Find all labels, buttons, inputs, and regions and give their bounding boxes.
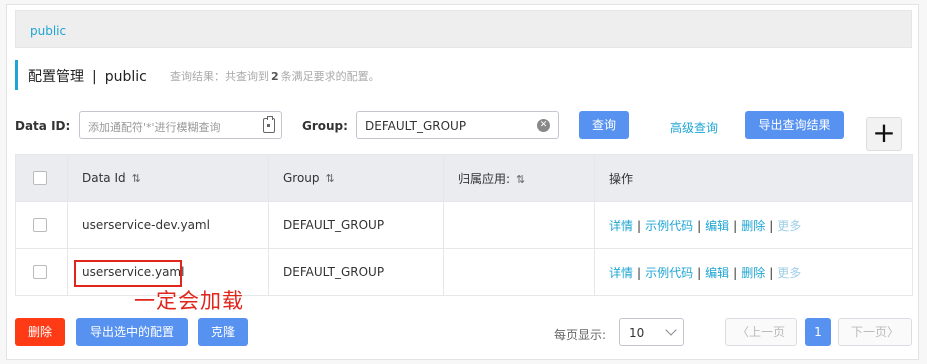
edit-link[interactable]: 编辑 xyxy=(705,219,729,233)
detail-link[interactable]: 详情 xyxy=(609,219,633,233)
page-title: 配置管理 | public xyxy=(28,66,147,86)
actions-cell: 详情 | 示例代码 | 编辑 | 删除 | 更多 xyxy=(594,201,913,249)
advanced-query-link[interactable]: 高级查询 xyxy=(670,119,718,136)
sort-icon[interactable]: ⇅ xyxy=(132,172,141,185)
col-data-id-label: Data Id xyxy=(82,171,126,185)
row-checkbox[interactable] xyxy=(33,218,47,233)
title-accent-mark xyxy=(15,60,18,90)
more-link[interactable]: 更多 xyxy=(777,266,801,280)
select-all-checkbox[interactable] xyxy=(33,171,47,186)
result-count: 2 xyxy=(271,70,279,83)
delete-link[interactable]: 删除 xyxy=(741,266,765,280)
group-label: Group: xyxy=(302,119,348,133)
page-size-select[interactable]: 10 xyxy=(619,318,684,346)
table-header-row: Data Id ⇅ Group ⇅ 归属应用: ⇅ 操作 xyxy=(15,154,913,202)
result-prefix: 查询结果：共查询到 xyxy=(170,70,269,83)
table-row: userservice-dev.yaml DEFAULT_GROUP 详情 | 示例… xyxy=(15,201,913,249)
col-actions-label: 操作 xyxy=(609,171,634,186)
page-size-label: 每页显示: xyxy=(554,328,607,342)
detail-link[interactable]: 详情 xyxy=(609,266,633,280)
query-button[interactable]: 查询 xyxy=(579,111,629,139)
export-results-button[interactable]: 导出查询结果 xyxy=(745,111,844,139)
group-input-value: DEFAULT_GROUP xyxy=(365,119,467,133)
title-separator: | xyxy=(92,69,97,85)
prev-page-label: 上一页 xyxy=(749,325,786,339)
data-id-input[interactable]: 添加通配符'*'进行模糊查询 xyxy=(79,111,282,139)
chevron-right-icon: 〉 xyxy=(887,325,900,339)
sort-icon[interactable]: ⇅ xyxy=(326,172,335,185)
row-select-cell xyxy=(15,201,68,249)
page-title-namespace: public xyxy=(104,69,147,85)
highlight-box xyxy=(74,260,182,287)
prev-page-button[interactable]: 〈上一页 xyxy=(725,318,797,346)
row-checkbox[interactable] xyxy=(33,265,47,280)
chevron-left-icon: 〈 xyxy=(736,325,749,339)
more-link[interactable]: 更多 xyxy=(777,219,801,233)
row-select-cell xyxy=(15,248,68,296)
page-number-current[interactable]: 1 xyxy=(805,318,831,346)
sort-icon[interactable]: ⇅ xyxy=(516,173,525,186)
action-separator: | xyxy=(637,265,642,280)
action-separator: | xyxy=(733,265,738,280)
col-app-label: 归属应用: xyxy=(458,171,511,186)
group-input[interactable]: DEFAULT_GROUP ✕ xyxy=(356,111,559,139)
clipboard-icon[interactable] xyxy=(263,116,275,133)
action-separator: | xyxy=(733,218,738,233)
clone-button[interactable]: 克隆 xyxy=(198,318,248,346)
sample-code-link[interactable]: 示例代码 xyxy=(645,266,693,280)
app-cell xyxy=(443,248,595,296)
group-cell: DEFAULT_GROUP xyxy=(268,248,444,296)
data-id-cell: userservice-dev.yaml xyxy=(67,201,269,249)
namespace-tab-public[interactable]: public xyxy=(30,24,66,38)
namespace-bar: public xyxy=(15,10,912,48)
page-title-main: 配置管理 xyxy=(28,69,84,85)
delete-button[interactable]: 删除 xyxy=(15,318,65,346)
next-page-button[interactable]: 下一页〉 xyxy=(838,318,912,346)
actions-cell: 详情 | 示例代码 | 编辑 | 删除 | 更多 xyxy=(594,248,913,296)
action-separator: | xyxy=(769,218,774,233)
action-separator: | xyxy=(697,265,702,280)
col-app[interactable]: 归属应用: ⇅ xyxy=(443,154,595,202)
edit-link[interactable]: 编辑 xyxy=(705,266,729,280)
select-all-cell xyxy=(15,154,68,202)
action-separator: | xyxy=(637,218,642,233)
col-data-id[interactable]: Data Id ⇅ xyxy=(67,154,269,202)
app-cell xyxy=(443,201,595,249)
delete-link[interactable]: 删除 xyxy=(741,219,765,233)
add-config-button[interactable]: + xyxy=(866,117,902,151)
clear-icon[interactable]: ✕ xyxy=(537,119,550,132)
page-size-value: 10 xyxy=(629,326,645,340)
action-separator: | xyxy=(769,265,774,280)
data-id-placeholder: 添加通配符'*'进行模糊查询 xyxy=(88,121,221,134)
query-result-summary: 查询结果：共查询到 2 条满足要求的配置。 xyxy=(170,68,380,84)
group-cell: DEFAULT_GROUP xyxy=(268,201,444,249)
col-group-label: Group xyxy=(283,171,320,185)
chevron-down-icon xyxy=(665,324,677,336)
col-group[interactable]: Group ⇅ xyxy=(268,154,444,202)
export-selected-button[interactable]: 导出选中的配置 xyxy=(76,318,188,346)
col-actions: 操作 xyxy=(594,154,913,202)
annotation-text: 一定会加载 xyxy=(134,289,244,313)
result-suffix: 条满足要求的配置。 xyxy=(280,70,380,83)
next-page-label: 下一页 xyxy=(850,325,887,339)
sample-code-link[interactable]: 示例代码 xyxy=(645,219,693,233)
data-id-label: Data ID: xyxy=(15,119,71,133)
action-separator: | xyxy=(697,218,702,233)
